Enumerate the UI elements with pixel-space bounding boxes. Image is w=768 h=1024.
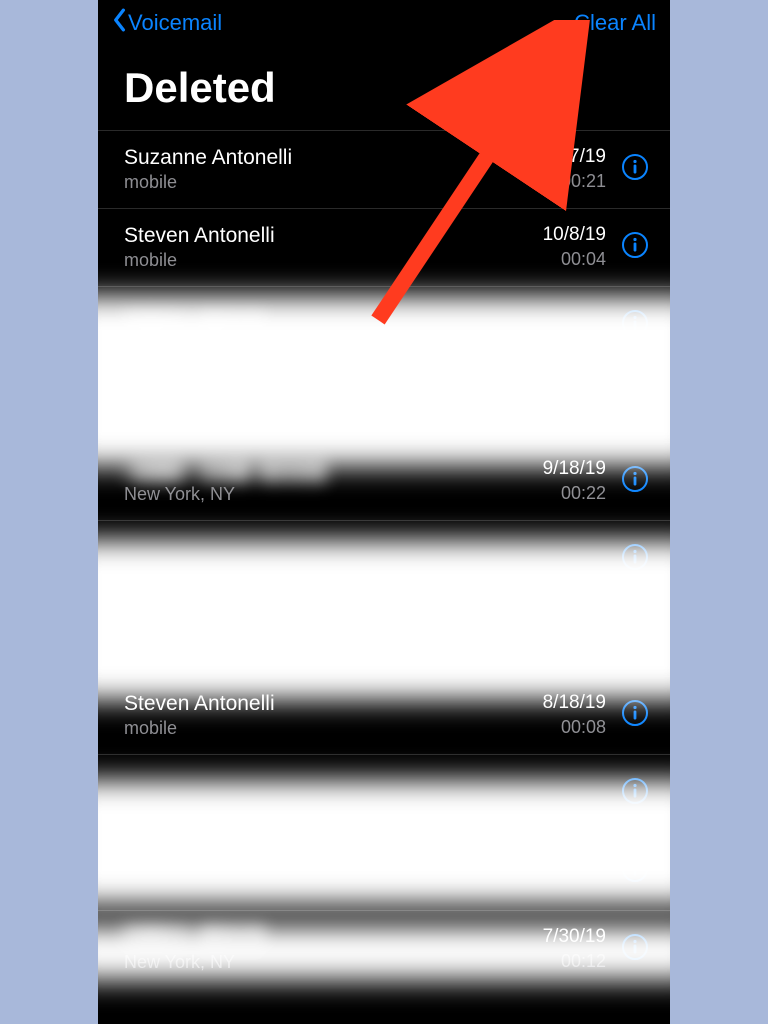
info-icon bbox=[621, 855, 649, 888]
nav-bar: Voicemail Clear All bbox=[98, 0, 670, 46]
voicemail-date: 10/17/19 bbox=[532, 145, 606, 170]
clear-all-button[interactable]: Clear All bbox=[574, 10, 656, 36]
chevron-left-icon bbox=[112, 8, 126, 38]
info-icon bbox=[621, 387, 649, 420]
caller-sub: New York, NY bbox=[124, 626, 561, 649]
voicemail-row[interactable]: (███) ███-████ New York, NY 9/18/19 00:2… bbox=[98, 442, 670, 520]
phone-screen: Voicemail Clear All Deleted Suzanne Anto… bbox=[98, 0, 670, 1024]
info-icon bbox=[621, 621, 649, 654]
voicemail-duration: 00:08 bbox=[543, 716, 606, 739]
voicemail-list: Suzanne Antonelli mobile 10/17/19 00:21 … bbox=[98, 130, 670, 988]
voicemail-row[interactable]: ████ ████ bbox=[98, 286, 670, 364]
info-button[interactable] bbox=[620, 779, 650, 809]
back-button[interactable]: Voicemail bbox=[112, 8, 222, 38]
voicemail-row[interactable] bbox=[98, 754, 670, 832]
voicemail-date: 7/30/19 bbox=[543, 925, 606, 950]
info-button[interactable] bbox=[620, 857, 650, 887]
info-icon bbox=[621, 699, 649, 732]
voicemail-row[interactable]: New York, NY 00:46 bbox=[98, 598, 670, 676]
info-icon bbox=[621, 465, 649, 498]
voicemail-row[interactable] bbox=[98, 520, 670, 598]
voicemail-date: 8/18/19 bbox=[543, 691, 606, 716]
voicemail-row[interactable] bbox=[98, 364, 670, 442]
info-button[interactable] bbox=[620, 935, 650, 965]
caller-name: ████ ████ bbox=[124, 312, 606, 339]
info-button[interactable] bbox=[620, 233, 650, 263]
caller-sub: mobile bbox=[124, 171, 532, 194]
info-button[interactable] bbox=[620, 311, 650, 341]
caller-name: Steven Antonelli bbox=[124, 222, 543, 249]
voicemail-row[interactable]: Steven Antonelli mobile 8/18/19 00:08 bbox=[98, 676, 670, 754]
caller-sub: New York, NY bbox=[124, 951, 543, 974]
caller-name: Suzanne Antonelli bbox=[124, 144, 532, 171]
voicemail-duration: 00:04 bbox=[543, 248, 606, 271]
caller-name: (███) ███-████ bbox=[124, 456, 543, 483]
info-button[interactable] bbox=[620, 701, 650, 731]
info-icon bbox=[621, 933, 649, 966]
voicemail-row[interactable]: ████ ████ New York, NY 7/30/19 00:12 bbox=[98, 910, 670, 988]
voicemail-row[interactable] bbox=[98, 832, 670, 910]
info-icon bbox=[621, 777, 649, 810]
info-icon bbox=[621, 153, 649, 186]
caller-name: ████ ████ bbox=[124, 924, 543, 951]
caller-sub: mobile bbox=[124, 717, 543, 740]
info-button[interactable] bbox=[620, 623, 650, 653]
voicemail-row[interactable]: Suzanne Antonelli mobile 10/17/19 00:21 bbox=[98, 130, 670, 208]
voicemail-duration: 00:46 bbox=[561, 626, 606, 649]
info-button[interactable] bbox=[620, 389, 650, 419]
voicemail-row[interactable]: Steven Antonelli mobile 10/8/19 00:04 bbox=[98, 208, 670, 286]
info-icon bbox=[621, 309, 649, 342]
info-button[interactable] bbox=[620, 545, 650, 575]
info-button[interactable] bbox=[620, 155, 650, 185]
caller-sub: mobile bbox=[124, 249, 543, 272]
caller-name: Steven Antonelli bbox=[124, 690, 543, 717]
caller-sub: New York, NY bbox=[124, 483, 543, 506]
info-icon bbox=[621, 543, 649, 576]
info-button[interactable] bbox=[620, 467, 650, 497]
info-icon bbox=[621, 231, 649, 264]
voicemail-date: 9/18/19 bbox=[543, 457, 606, 482]
voicemail-date: 10/8/19 bbox=[543, 223, 606, 248]
voicemail-duration: 00:12 bbox=[543, 950, 606, 973]
page-title: Deleted bbox=[98, 46, 670, 130]
back-label: Voicemail bbox=[128, 10, 222, 36]
voicemail-duration: 00:21 bbox=[532, 170, 606, 193]
voicemail-duration: 00:22 bbox=[543, 482, 606, 505]
